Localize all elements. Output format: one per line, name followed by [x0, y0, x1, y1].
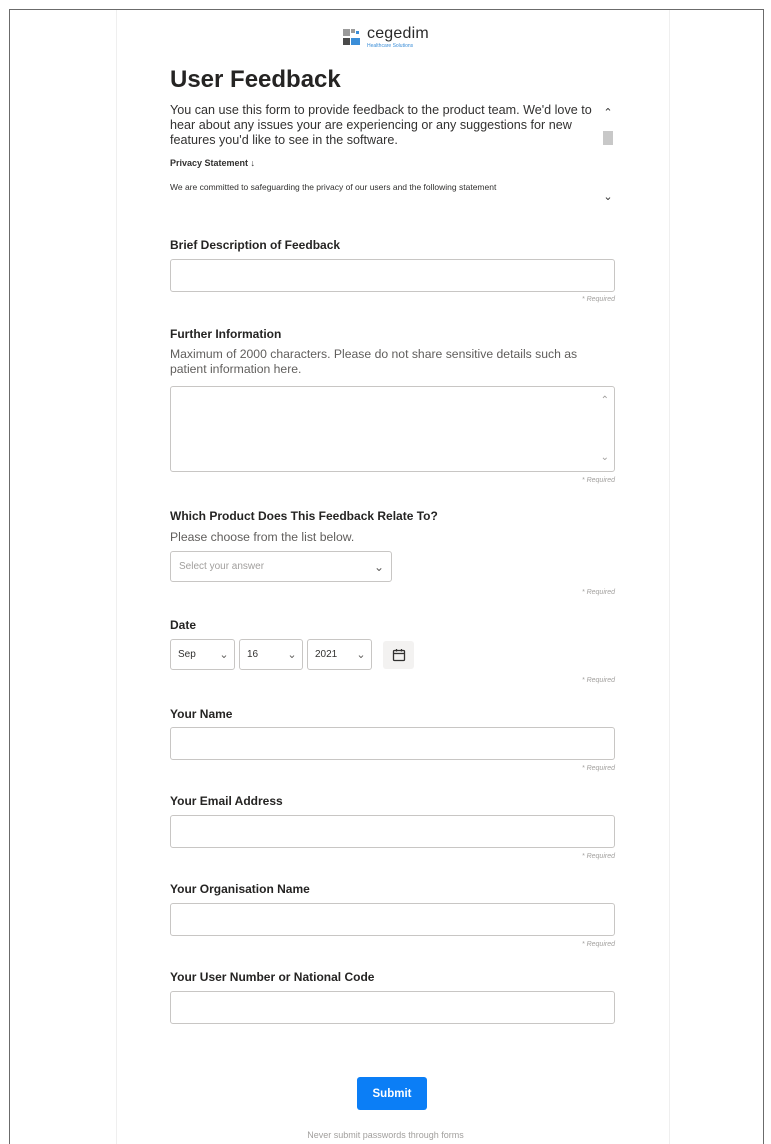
- intro-text: You can use this form to provide feedbac…: [170, 103, 592, 147]
- required-note: * Required: [581, 296, 615, 303]
- your-name-label: Your Name: [170, 707, 233, 721]
- form-description[interactable]: You can use this form to provide feedbac…: [170, 103, 615, 211]
- email-input[interactable]: [170, 815, 615, 848]
- calendar-icon: [392, 649, 405, 662]
- email-label: Your Email Address: [170, 794, 283, 808]
- chevron-down-icon: ⌄: [287, 649, 297, 661]
- further-information-textarea[interactable]: ⌃ ⌄: [170, 386, 615, 472]
- required-note: * Required: [581, 589, 615, 596]
- date-picker-button[interactable]: [383, 641, 414, 669]
- year-value: 2021: [315, 649, 338, 660]
- chevron-down-icon[interactable]: ⌄: [602, 190, 614, 203]
- chevron-up-icon[interactable]: ⌃: [601, 395, 609, 406]
- chevron-down-icon: ⌄: [219, 649, 229, 661]
- product-question-label: Which Product Does This Feedback Relate …: [170, 509, 438, 523]
- chevron-down-icon: ⌄: [373, 559, 385, 574]
- brand-tagline: Healthcare Solutions: [367, 43, 414, 49]
- brief-description-input[interactable]: [170, 259, 615, 292]
- required-note: * Required: [581, 477, 615, 484]
- chevron-down-icon: ⌄: [356, 649, 366, 661]
- user-number-input[interactable]: [170, 991, 615, 1024]
- organisation-label: Your Organisation Name: [170, 882, 310, 896]
- further-information-help: Maximum of 2000 characters. Please do no…: [170, 347, 578, 376]
- password-warning: Never submit passwords through forms: [307, 1130, 464, 1140]
- cegedim-logo-icon: [343, 26, 363, 48]
- scrollbar-thumb[interactable]: [603, 131, 613, 145]
- chevron-up-icon[interactable]: ⌃: [602, 106, 614, 119]
- product-select[interactable]: Select your answer ⌄: [170, 551, 392, 582]
- required-note: * Required: [581, 853, 615, 860]
- product-question-help: Please choose from the list below.: [170, 530, 355, 544]
- brand-name: cegedim: [367, 25, 429, 42]
- your-name-input[interactable]: [170, 727, 615, 760]
- date-label: Date: [170, 618, 197, 632]
- privacy-body: We are committed to safeguarding the pri…: [170, 182, 497, 192]
- submit-button[interactable]: Submit: [357, 1077, 427, 1110]
- year-select[interactable]: 2021 ⌄: [307, 639, 372, 670]
- privacy-heading: Privacy Statement ↓: [170, 158, 256, 168]
- day-select[interactable]: 16 ⌄: [239, 639, 303, 670]
- month-value: Sep: [178, 649, 196, 660]
- brand-logo: cegedim Healthcare Solutions: [343, 26, 429, 52]
- brief-description-label: Brief Description of Feedback: [170, 238, 341, 252]
- form-title: User Feedback: [170, 66, 341, 93]
- user-number-label: Your User Number or National Code: [170, 970, 375, 984]
- month-select[interactable]: Sep ⌄: [170, 639, 235, 670]
- day-value: 16: [247, 649, 259, 660]
- required-note: * Required: [581, 677, 615, 684]
- required-note: * Required: [581, 765, 615, 772]
- product-select-placeholder: Select your answer: [179, 561, 265, 572]
- organisation-input[interactable]: [170, 903, 615, 936]
- description-scrollbar[interactable]: ⌃ ⌄: [601, 103, 615, 211]
- chevron-down-icon[interactable]: ⌄: [601, 452, 609, 463]
- required-note: * Required: [581, 941, 615, 948]
- further-information-label: Further Information: [170, 327, 282, 341]
